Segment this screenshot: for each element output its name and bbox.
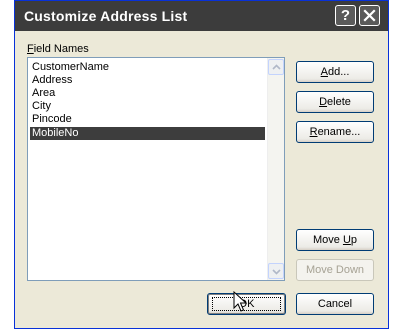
chevron-down-icon (272, 269, 281, 275)
cancel-button[interactable]: Cancel (296, 293, 374, 315)
dialog-title: Customize Address List (24, 8, 188, 24)
list-item[interactable]: CustomerName (30, 61, 265, 74)
list-item[interactable]: Area (30, 87, 265, 100)
move-up-button[interactable]: Move Up (296, 229, 374, 251)
rename-button[interactable]: Rename... (296, 121, 374, 143)
field-names-label: Field Names (27, 43, 89, 55)
customize-address-list-dialog: Customize Address List ? Field Names Cus… (14, 0, 389, 329)
help-button[interactable]: ? (335, 5, 356, 26)
scroll-up-button[interactable] (268, 59, 284, 75)
list-item-selected[interactable]: MobileNo (30, 127, 265, 140)
mouse-pointer-icon (233, 291, 247, 312)
list-item[interactable]: City (30, 100, 265, 113)
chevron-up-icon (272, 64, 281, 70)
add-button[interactable]: Add... (296, 61, 374, 83)
list-item[interactable]: Address (30, 74, 265, 87)
close-icon (363, 9, 376, 22)
close-button[interactable] (359, 5, 380, 26)
list-item[interactable]: Pincode (30, 113, 265, 126)
help-icon: ? (340, 7, 351, 24)
scroll-down-button[interactable] (268, 263, 284, 279)
delete-button[interactable]: Delete (296, 91, 374, 113)
vertical-scrollbar[interactable] (267, 58, 284, 280)
field-names-listbox[interactable]: CustomerName Address Area City Pincode M… (27, 57, 285, 281)
move-down-button[interactable]: Move Down (296, 259, 374, 281)
title-bar: Customize Address List ? (15, 1, 388, 31)
